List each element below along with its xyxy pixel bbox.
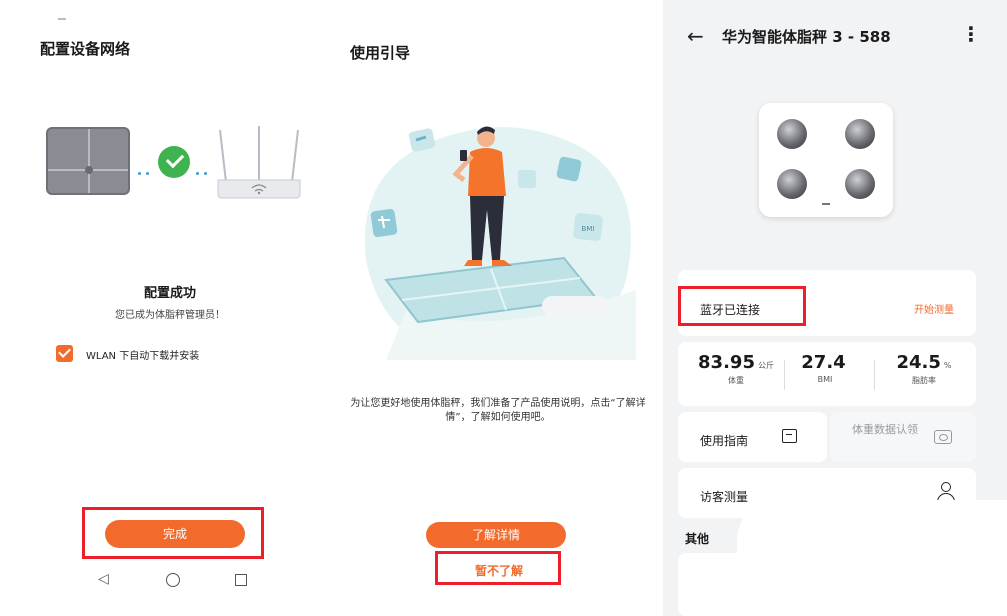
back-arrow-icon[interactable]: ← xyxy=(687,24,704,48)
smart-scale-image xyxy=(759,103,893,217)
connection-dots-right xyxy=(196,160,212,175)
start-measure-link[interactable]: 开始测量 xyxy=(914,301,954,316)
page-title: 配置设备网络 xyxy=(40,40,131,58)
nav-recent-apps-icon[interactable] xyxy=(235,574,247,586)
weight-claim-label: 体重数据认领 xyxy=(852,423,918,436)
user-guide-label: 使用指南 xyxy=(700,434,749,448)
data-claim-icon xyxy=(934,430,952,444)
more-options-icon[interactable]: ⋮ xyxy=(961,22,981,46)
connection-dots-left xyxy=(138,160,154,175)
bmi-value: 27.4 xyxy=(801,352,846,373)
body-fat-value: 24.5 xyxy=(896,352,941,373)
highlight-box-not-now xyxy=(435,551,561,585)
weight-claim-card[interactable]: 体重数据认领 xyxy=(830,412,976,462)
user-guide-card[interactable]: 使用指南 xyxy=(678,412,827,462)
body-scale-icon xyxy=(46,127,130,195)
weight-value: 83.95 xyxy=(698,352,755,373)
bmi-label: BMI xyxy=(817,375,833,384)
other-section-title: 其他 xyxy=(685,532,710,546)
visitor-measure-label: 访客测量 xyxy=(700,490,749,504)
bmi-badge-text: BMI xyxy=(582,225,595,233)
router-icon xyxy=(217,126,301,199)
body-fat-unit: % xyxy=(943,361,952,370)
measurement-stats-card[interactable]: 83.95 公斤 体重 27.4 BMI 24.5% 脂肪率 xyxy=(678,342,976,406)
auto-download-label: WLAN 下自动下载并安装 xyxy=(86,351,200,362)
body-fat-label: 脂肪率 xyxy=(912,376,936,385)
white-overlay-shape xyxy=(737,500,1007,616)
success-subtitle: 您已成为体脂秤管理员！ xyxy=(115,310,225,321)
success-check-icon xyxy=(158,146,190,178)
screenshot-stage: 配置设备网络 配置成功 您已成为体脂秤管理员！ WLAN 下自动下载并安装 完成… xyxy=(0,0,1007,616)
weight-unit: 公斤 xyxy=(757,361,774,370)
body-fat-stat: 24.5% 脂肪率 xyxy=(874,352,974,386)
guide-description: 为让您更好地使用体脂秤，我们准备了产品使用说明，点击“了解详情”，了解如何使用吧… xyxy=(350,398,646,423)
auto-download-checkbox[interactable] xyxy=(56,345,73,362)
guide-illustration: BMI xyxy=(364,126,636,360)
highlight-box-bluetooth xyxy=(678,286,806,326)
usage-guide-screen: 使用引导 BMI 为让您更好地使用体脂秤，我们准备了产品使用说明，点击“了解详情… xyxy=(340,0,658,616)
learn-more-button[interactable]: 了解详情 xyxy=(426,522,566,548)
success-title: 配置成功 xyxy=(143,286,196,301)
weight-label: 体重 xyxy=(728,376,744,385)
device-title: 华为智能体脂秤 3 - 588 xyxy=(722,28,891,46)
nav-back-icon[interactable]: ◁ xyxy=(98,571,109,587)
highlight-box-done xyxy=(82,507,264,559)
nav-home-icon[interactable] xyxy=(166,573,180,587)
book-icon xyxy=(782,429,797,443)
page-title: 使用引导 xyxy=(350,44,411,62)
status-bar-fragment xyxy=(58,18,66,20)
weight-stat: 83.95 公斤 体重 xyxy=(686,352,786,386)
bmi-stat: 27.4 BMI xyxy=(782,352,868,384)
